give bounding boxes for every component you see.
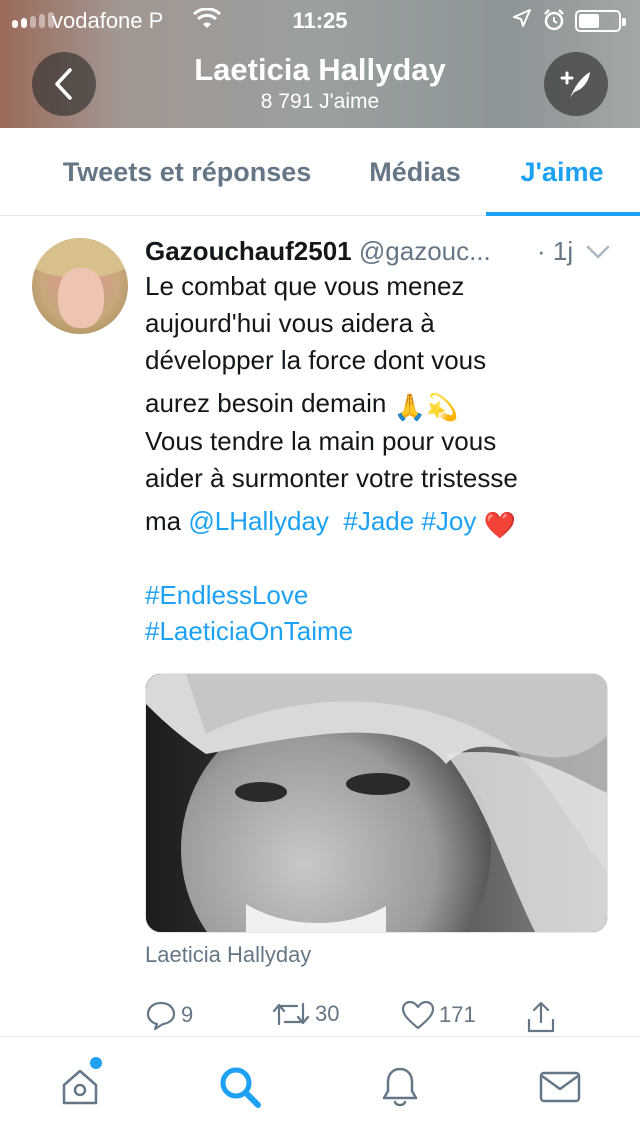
retweet-count: 30 [315, 1001, 340, 1026]
tweet-text-line: ma @LHallyday #Jade #Joy ❤️ [145, 506, 516, 541]
reply-button[interactable]: 9 [145, 1000, 193, 1030]
tweet-author-name[interactable]: Gazouchauf2501 [145, 236, 352, 266]
location-icon [512, 8, 532, 34]
tweet-author-handle[interactable]: @gazouc... [359, 236, 491, 266]
reply-count: 9 [181, 1002, 194, 1027]
bottom-tab-bar [0, 1036, 640, 1136]
bell-icon [382, 1067, 418, 1107]
hashtag-link[interactable]: #Jade [343, 506, 414, 536]
mention-link[interactable]: @LHallyday [188, 506, 329, 536]
like-button[interactable]: 171 [401, 1000, 476, 1030]
profile-header: vodafone P 11:25 Laeticia Hallyday 8 791… [0, 0, 640, 128]
tweet-text-line: Le combat que vous menez [145, 271, 465, 301]
tweet-text-line: Vous tendre la main pour vous [145, 426, 497, 456]
nav-messages[interactable] [536, 1063, 584, 1111]
tweet-text-line: aujourd'hui vous aidera à [145, 308, 435, 338]
profile-tabs: Tweets et réponses Médias J'aime [0, 128, 640, 216]
share-icon [527, 1001, 555, 1033]
like-count: 171 [439, 1002, 476, 1027]
nav-notifications[interactable] [376, 1063, 424, 1111]
tweet-menu-button[interactable] [586, 244, 610, 265]
home-icon [62, 1069, 98, 1105]
share-button[interactable] [525, 1000, 557, 1034]
tweet-text: ma [145, 506, 182, 536]
heart-emoji: ❤️ [483, 510, 516, 540]
status-bar: vodafone P 11:25 [0, 0, 640, 40]
reply-icon [146, 1001, 176, 1030]
tweet-text: aurez besoin demain [145, 388, 387, 418]
hashtag-link[interactable]: #LaeticiaOnTaime [145, 616, 353, 647]
chevron-down-icon [586, 245, 610, 259]
active-tab-indicator [486, 212, 640, 216]
tab-tweets-replies[interactable]: Tweets et réponses [56, 128, 318, 216]
tweet-text-line: aurez besoin demain 🙏💫 [145, 388, 458, 423]
tweet-text-line: aider à surmonter votre tristesse [145, 463, 518, 493]
nav-home[interactable] [56, 1063, 104, 1111]
nav-search[interactable] [216, 1063, 264, 1111]
retweet-icon [272, 1002, 310, 1026]
hashtag-link[interactable]: #EndlessLove [145, 580, 308, 611]
notification-dot [90, 1057, 102, 1069]
tab-likes[interactable]: J'aime [486, 128, 638, 216]
tweet-media-image[interactable] [145, 673, 608, 933]
search-icon [220, 1067, 261, 1108]
mail-icon [539, 1071, 581, 1103]
battery-icon [575, 10, 626, 32]
avatar[interactable] [32, 238, 128, 334]
likes-count: 8 791 J'aime [260, 90, 380, 113]
hashtag-link[interactable]: #Joy [421, 506, 476, 536]
compose-icon [560, 71, 590, 98]
pray-sparkle-emoji: 🙏💫 [393, 392, 459, 422]
compose-button[interactable] [544, 52, 608, 116]
tweet-actions: 9 30 171 [145, 1000, 605, 1040]
media-caption: Laeticia Hallyday [145, 942, 312, 967]
heart-icon [401, 1000, 435, 1030]
retweet-button[interactable]: 30 [271, 1000, 339, 1028]
tweet-text-line: développer la force dont vous [145, 345, 487, 375]
tweet-timestamp: · 1j [537, 236, 574, 266]
alarm-icon [542, 8, 566, 38]
tweet-header: Gazouchauf2501 @gazouc... · 1j [145, 236, 615, 270]
tab-media[interactable]: Médias [366, 128, 464, 216]
